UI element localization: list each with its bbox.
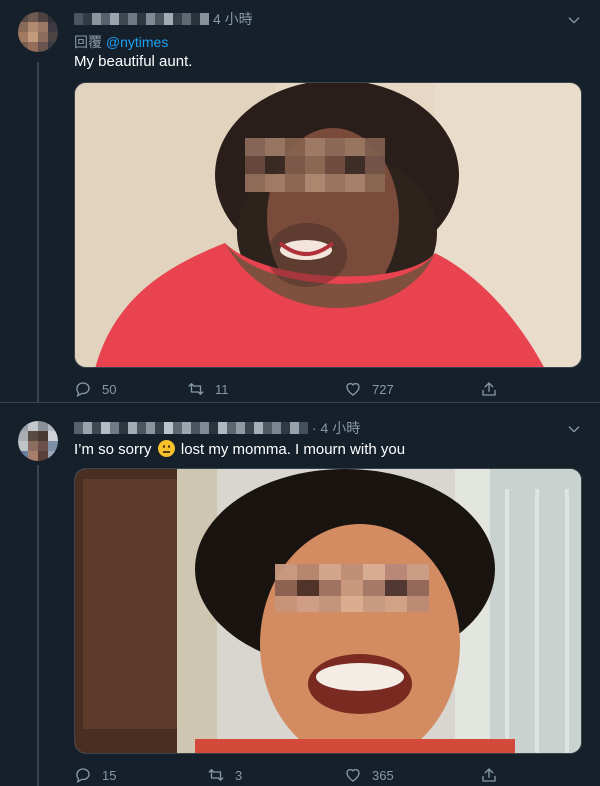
photo-woman-smiling (75, 469, 581, 753)
like-button[interactable]: 365 (344, 766, 394, 784)
tweet-text-start: I’m so sorry (74, 441, 152, 458)
tweet-text: I’m so sorry lost my momma. I mourn with… (74, 440, 405, 458)
retweet-count: 11 (215, 381, 229, 397)
reply-button[interactable]: 15 (74, 766, 116, 784)
tweet-text-end: lost my momma. I mourn with you (180, 441, 406, 458)
retweet-icon (188, 383, 204, 395)
tweet-1[interactable]: 4 小時 回覆 @nytimes My beautiful aunt. 50 1… (0, 0, 600, 402)
like-icon (346, 382, 360, 396)
retweet-count: 3 (235, 767, 243, 783)
reply-prefix: 回覆 (74, 34, 102, 50)
chevron-down-icon[interactable] (566, 421, 582, 437)
chevron-down-icon[interactable] (566, 12, 582, 28)
like-count: 365 (372, 767, 394, 783)
like-count: 727 (372, 381, 394, 397)
share-button[interactable] (480, 766, 498, 784)
tweet-2[interactable]: · 4 小時 I’m so sorry lost my momma. I mou… (0, 403, 600, 786)
avatar[interactable] (18, 12, 58, 52)
like-icon (346, 768, 360, 782)
author-name-blurred[interactable] (74, 422, 308, 434)
tweet-header: 4 小時 (74, 10, 253, 28)
mention-link[interactable]: @nytimes (106, 34, 168, 50)
share-icon (482, 382, 496, 396)
photo-woman-red-top (75, 83, 581, 367)
reply-count: 50 (102, 381, 117, 397)
avatar[interactable] (18, 421, 58, 461)
retweet-button[interactable]: 3 (207, 766, 242, 784)
reply-context: 回覆 @nytimes (74, 32, 168, 52)
tweet-photo[interactable] (74, 468, 582, 754)
thread-line (37, 62, 39, 402)
share-icon (482, 768, 496, 782)
retweet-icon (208, 769, 224, 781)
reply-icon (76, 768, 90, 784)
reply-count: 15 (102, 767, 117, 783)
tweet-text: My beautiful aunt. (74, 53, 193, 70)
tweet-photo[interactable] (74, 82, 582, 368)
pensive-face-emoji (157, 440, 175, 457)
author-name-blurred[interactable] (74, 13, 209, 25)
retweet-button[interactable]: 11 (187, 380, 229, 398)
share-button[interactable] (480, 380, 498, 398)
tweet-header: · 4 小時 (74, 419, 360, 437)
timestamp[interactable]: · 4 小時 (312, 418, 360, 438)
reply-icon (76, 382, 90, 398)
like-button[interactable]: 727 (344, 380, 394, 398)
thread-line (37, 465, 39, 786)
reply-button[interactable]: 50 (74, 380, 116, 398)
timestamp[interactable]: 4 小時 (213, 9, 253, 29)
tweet-actions: 50 11 727 (74, 380, 504, 400)
tweet-actions: 15 3 365 (74, 766, 504, 786)
